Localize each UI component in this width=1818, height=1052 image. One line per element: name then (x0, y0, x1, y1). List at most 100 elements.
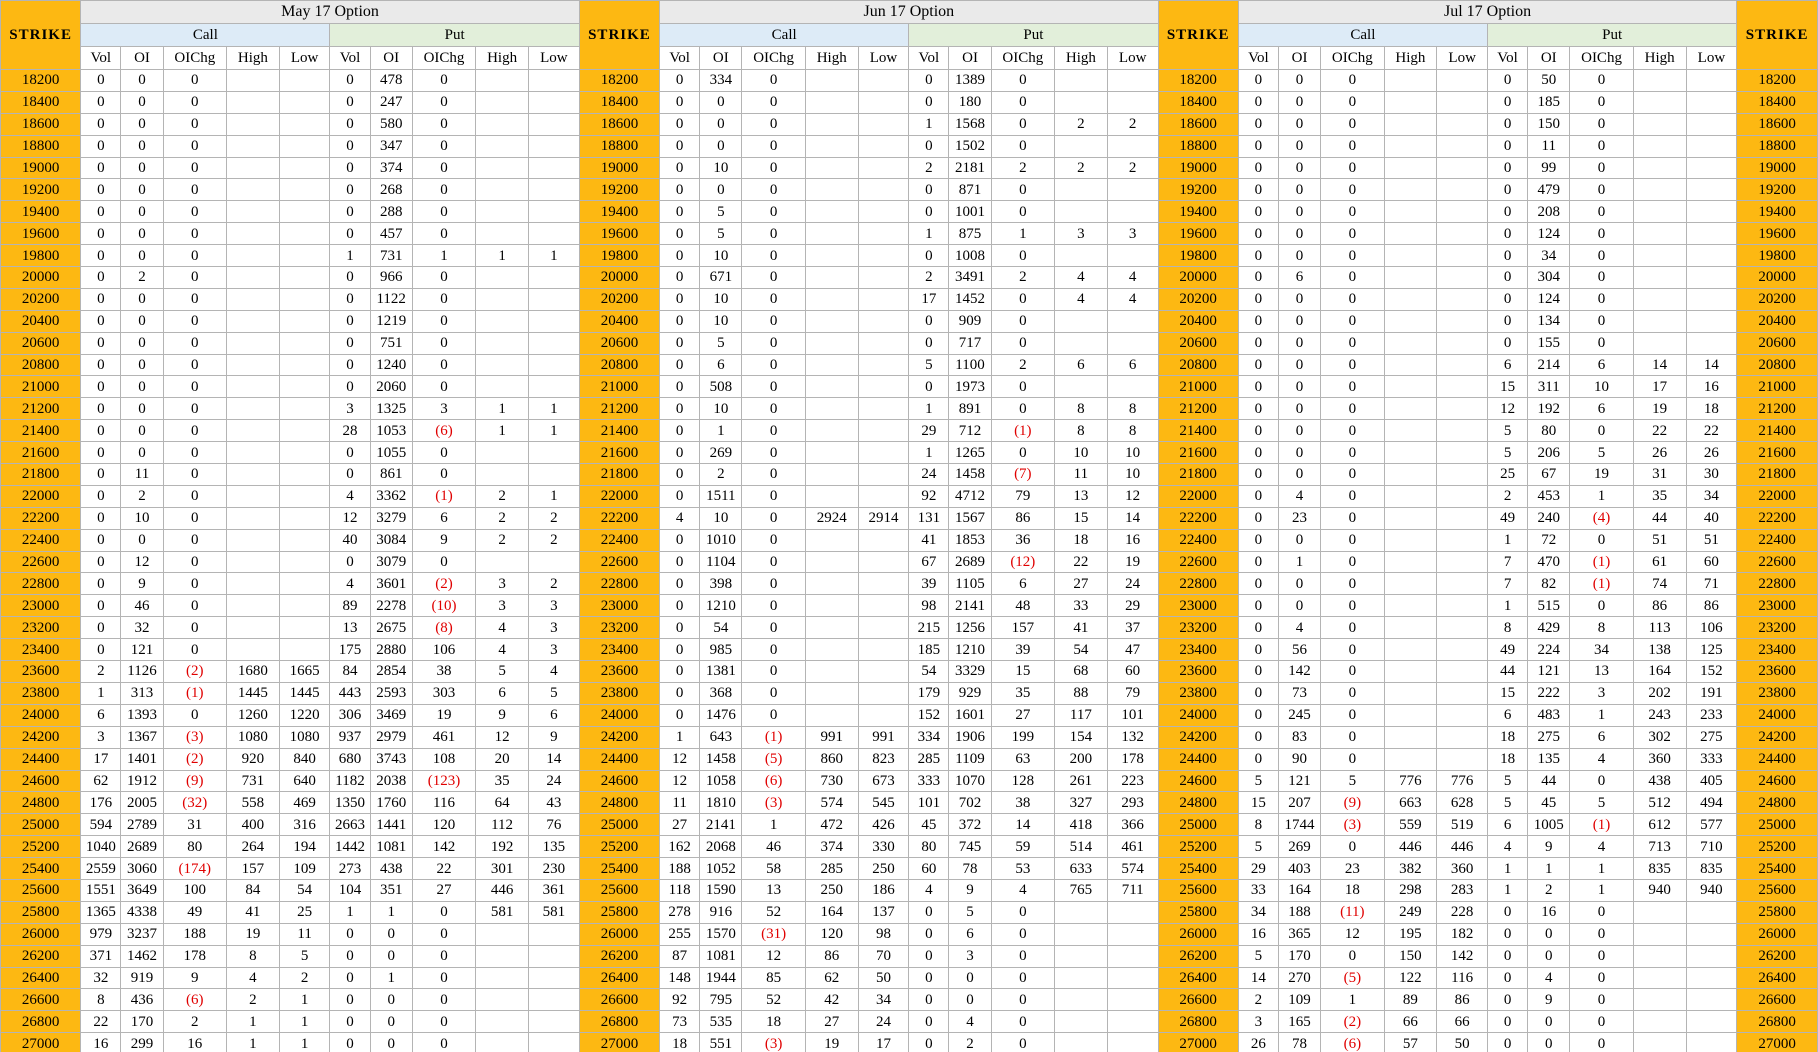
call-low-cell (1436, 703, 1488, 727)
call-oichg-cell: 0 (162, 200, 227, 224)
put-low-cell (527, 353, 580, 377)
put-vol-cell: 84 (329, 660, 371, 683)
call-vol-cell: 0 (1237, 419, 1279, 443)
call-vol-cell: 0 (80, 528, 122, 552)
call-low-cell (1436, 69, 1488, 92)
call-high-cell: 472 (804, 813, 859, 837)
call-oichg-cell: 0 (741, 69, 806, 92)
call-low-cell: 2914 (857, 506, 910, 530)
put-low-cell (1685, 1032, 1738, 1052)
call-oi-cell: 0 (1277, 594, 1322, 618)
strike-cell: 18800 (578, 134, 661, 158)
call-low-cell (857, 134, 910, 158)
call-vol-cell: 0 (1237, 156, 1279, 180)
call-low-cell: 640 (278, 769, 331, 793)
strike-cell: 24400 (1736, 747, 1818, 771)
put-low-cell (1106, 900, 1159, 924)
put-high-cell: 14 (1632, 353, 1687, 377)
put-vol-cell: 7 (1486, 550, 1529, 574)
call-high-cell (1383, 660, 1438, 683)
call-oi-cell: 1 (1277, 550, 1322, 574)
put-oichg-cell: 0 (411, 90, 477, 114)
column-header: OIChg (411, 46, 477, 70)
put-vol-cell: 0 (329, 922, 371, 946)
call-oichg-cell: 0 (1320, 703, 1385, 727)
put-oichg-cell: 6 (1569, 353, 1634, 377)
put-low-cell: 275 (1685, 725, 1738, 749)
put-high-cell (1632, 309, 1687, 333)
call-high-cell: 62 (804, 966, 859, 990)
put-high-cell: 41 (1054, 616, 1108, 640)
put-vol-cell: 67 (908, 550, 950, 574)
put-vol-cell: 937 (329, 725, 371, 749)
strike-cell: 20000 (1736, 266, 1818, 289)
call-oi-cell: 0 (120, 287, 164, 311)
put-low-cell (1106, 134, 1159, 158)
call-vol-cell: 255 (659, 922, 701, 946)
call-high-cell (1383, 616, 1438, 640)
table-row: 19600 0 0 0 0 457 0 19600 0 5 0 1 875 1 3 3 19600 0 0 0 0 124… (0, 222, 1818, 246)
call-oichg-cell: 12 (741, 944, 806, 968)
put-low-cell: 1 (527, 397, 580, 421)
put-low-cell: 8 (1106, 397, 1159, 421)
call-oichg-cell: 0 (162, 178, 227, 202)
call-oi-cell: 1744 (1277, 813, 1322, 837)
put-vol-cell: 44 (1486, 660, 1529, 683)
strike-cell: 24600 (1736, 769, 1818, 793)
put-oi-cell: 374 (369, 156, 413, 180)
put-vol-cell: 334 (908, 725, 950, 749)
put-vol-cell: 0 (329, 463, 371, 486)
call-vol-cell: 0 (659, 419, 701, 443)
put-low-cell (1106, 922, 1159, 946)
put-vol-cell: 8 (1486, 616, 1529, 640)
strike-cell: 23600 (1157, 660, 1239, 683)
put-oi-cell: 3079 (369, 550, 413, 574)
put-vol-cell: 0 (908, 900, 950, 924)
strike-cell: 22800 (1736, 572, 1818, 596)
call-high-cell (804, 156, 859, 180)
put-oi-cell: 0 (1527, 922, 1571, 946)
put-low-cell: 22 (1685, 419, 1738, 443)
call-high-cell (225, 200, 280, 224)
call-high-cell (804, 287, 859, 311)
call-oi-cell: 11 (120, 463, 164, 486)
table-row: 20000 0 2 0 0 966 0 20000 0 671 0 2 3491 2 4 4 20000 0 6 0 0… (0, 266, 1818, 289)
put-high-cell (475, 287, 529, 311)
put-oi-cell: 3469 (369, 703, 413, 727)
call-low-cell (857, 244, 910, 268)
strike-cell: 25200 (0, 835, 82, 859)
put-low-cell: 76 (527, 813, 580, 837)
call-oichg-cell: 0 (741, 463, 806, 486)
put-low-cell: 940 (1685, 878, 1738, 902)
call-vol-cell: 0 (1237, 506, 1279, 530)
strike-cell: 22000 (1736, 484, 1818, 508)
put-vol-cell: 0 (908, 309, 950, 333)
call-oi-cell: 3060 (120, 857, 164, 880)
call-vol-cell: 0 (659, 660, 701, 683)
put-oichg-cell: 0 (411, 134, 477, 158)
put-oichg-cell: 0 (411, 331, 477, 355)
call-low-cell (857, 484, 910, 508)
put-high-cell: 64 (475, 791, 529, 815)
call-low-cell (857, 660, 910, 683)
put-oichg-cell: 0 (990, 178, 1056, 202)
put-oichg-cell: (2) (411, 572, 477, 596)
strike-cell: 19800 (1736, 244, 1818, 268)
put-oi-cell: 1568 (948, 112, 992, 136)
call-oichg-cell: 0 (741, 222, 806, 246)
call-vol-cell: 0 (1237, 375, 1279, 399)
put-oichg-cell: 39 (990, 638, 1056, 662)
put-vol-cell: 215 (908, 616, 950, 640)
put-oichg-cell: 3 (411, 397, 477, 421)
put-vol-cell: 0 (329, 222, 371, 246)
call-vol-cell: 0 (659, 287, 701, 311)
put-oi-cell: 3362 (369, 484, 413, 508)
put-vol-cell: 443 (329, 681, 371, 705)
call-oi-cell: 10 (699, 244, 743, 268)
put-oi-cell: 1458 (948, 463, 992, 486)
call-oichg-cell: 0 (741, 616, 806, 640)
put-oichg-cell: 0 (411, 200, 477, 224)
put-oi-cell: 1567 (948, 506, 992, 530)
strike-cell: 18800 (1157, 134, 1239, 158)
table-row: 24200 3 1367 (3) 1080 1080 937 2979 461 12 9 24200 1… (0, 725, 1818, 749)
